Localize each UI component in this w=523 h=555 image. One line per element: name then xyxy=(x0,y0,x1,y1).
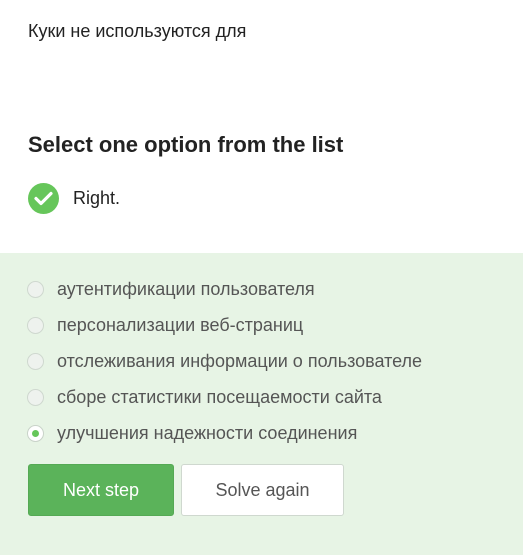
option-item[interactable]: аутентификации пользователя xyxy=(27,271,422,307)
solve-again-button[interactable]: Solve again xyxy=(181,464,344,516)
radio-button[interactable] xyxy=(27,388,44,406)
option-item[interactable]: сборе статистики посещаемости сайта xyxy=(27,379,422,415)
radio-selected-dot xyxy=(32,429,39,437)
next-step-button[interactable]: Next step xyxy=(28,464,174,516)
option-item[interactable]: улучшения надежности соединения xyxy=(27,415,422,451)
options-panel: аутентификации пользователя персонализац… xyxy=(0,253,523,555)
result-label: Right. xyxy=(73,188,121,208)
option-label: улучшения надежности соединения xyxy=(57,423,358,443)
option-item[interactable]: отслеживания информации о пользователе xyxy=(27,343,422,379)
checkmark-icon xyxy=(28,182,59,214)
option-label: отслеживания информации о пользователе xyxy=(57,351,423,371)
section-heading: Select one option from the list xyxy=(28,132,344,157)
checkmark-glyph xyxy=(34,191,53,205)
radio-button-selected[interactable] xyxy=(27,424,44,442)
result-status: Right. xyxy=(28,182,120,214)
question-text: Куки не используются для xyxy=(28,21,247,41)
option-label: персонализации веб-страниц xyxy=(57,315,304,335)
radio-button[interactable] xyxy=(27,316,44,334)
radio-button[interactable] xyxy=(27,280,44,298)
option-label: сборе статистики посещаемости сайта xyxy=(57,387,382,407)
option-item[interactable]: персонализации веб-страниц xyxy=(27,307,422,343)
option-list: аутентификации пользователя персонализац… xyxy=(27,271,422,451)
option-label: аутентификации пользователя xyxy=(57,279,315,299)
radio-button[interactable] xyxy=(27,352,44,370)
